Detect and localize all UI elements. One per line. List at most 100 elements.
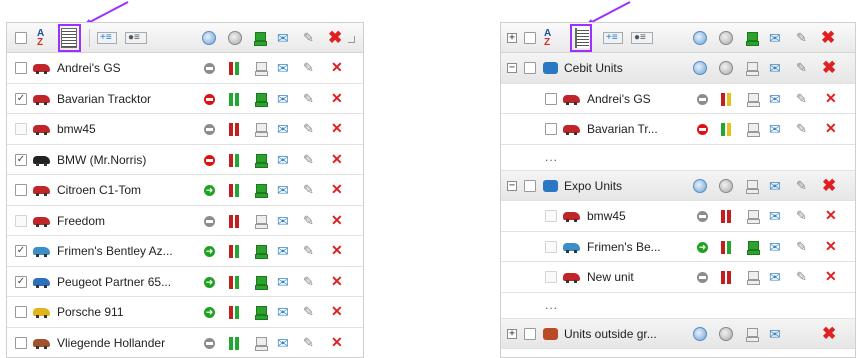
monitor-icon[interactable] [255,123,268,137]
satellite-icon[interactable]: ✉ [277,244,289,258]
unit-name[interactable]: Freedom [57,214,105,228]
unit-name[interactable]: Frimen's Bentley Az... [57,244,173,258]
unit-name[interactable]: bmw45 [587,209,626,223]
monitor-icon[interactable] [254,32,267,46]
satellite-icon[interactable]: ✉ [769,209,781,223]
unit-checkbox[interactable] [545,123,557,135]
unit-row[interactable]: New unit ✉ ✎ ✕ [501,262,855,293]
group-name[interactable]: Cebit Units [564,61,623,75]
wrench-icon[interactable]: ✎ [796,31,807,45]
unit-name[interactable]: Bavarian Tr... [587,122,658,136]
delete-icon[interactable]: ✕ [331,90,343,106]
unit-name[interactable]: Vliegende Hollander [57,336,165,350]
monitor-icon[interactable] [746,32,759,46]
expand-icon[interactable]: + [507,328,517,339]
group-row[interactable]: − Cebit Units ✉ ✎ ✖ [501,53,855,84]
satellite-icon[interactable]: ✉ [277,183,289,197]
unit-name[interactable]: Bavarian Tracktor [57,92,151,106]
delete-icon[interactable]: ✕ [825,269,837,284]
resize-icon[interactable] [348,36,355,43]
add-group-icon[interactable]: +≡ [603,32,623,44]
collapse-icon[interactable]: − [507,180,517,191]
wrench-icon[interactable]: ✎ [303,244,314,258]
monitor-icon[interactable] [255,306,268,320]
monitor-icon[interactable] [746,62,759,76]
monitor-icon[interactable] [255,153,268,168]
unit-checkbox[interactable] [545,210,557,222]
unit-name[interactable]: Peugeot Partner 65... [57,275,171,289]
unit-name[interactable]: Andrei's GS [587,92,651,106]
unit-name[interactable]: BMW (Mr.Norris) [57,153,146,167]
command-icon[interactable] [693,178,707,193]
satellite-icon[interactable]: ✉ [277,122,289,136]
unit-checkbox[interactable] [545,92,557,105]
delete-icon[interactable]: ✕ [331,243,343,258]
satellite-icon[interactable]: ✉ [277,61,289,75]
satellite-icon[interactable]: ✉ [769,61,781,75]
satellite-icon[interactable]: ✉ [277,275,289,289]
sort-az-icon[interactable]: AZ [37,29,44,48]
satellite-icon[interactable]: ✉ [277,153,289,167]
monitor-icon[interactable] [255,92,268,107]
delete-icon[interactable]: ✕ [825,121,837,136]
group-name[interactable]: Units outside gr... [564,327,657,341]
delete-icon[interactable]: ✕ [825,238,837,254]
unit-row[interactable]: ✓ BMW (Mr.Norris) ✉ ✎ ✕ [7,144,363,175]
wrench-icon[interactable]: ✎ [796,239,807,254]
unit-checkbox[interactable]: ✓ [15,92,27,105]
monitor-icon[interactable] [747,210,760,224]
unit-name[interactable]: New unit [587,270,634,284]
group-row[interactable]: + Units outside gr... ✉ ✖ [501,318,855,349]
unit-row[interactable]: Frimen's Be... ➜ ✉ ✎ ✕ [501,231,855,262]
gps-icon[interactable] [228,31,242,45]
visibility-icon[interactable]: ●≡ [631,32,653,44]
monitor-icon[interactable] [255,214,268,229]
group-checkbox[interactable] [524,179,536,192]
monitor-icon[interactable] [747,92,760,107]
unit-row[interactable]: ✓ Bavarian Tracktor ✉ ✎ ✕ [7,83,363,114]
unit-checkbox[interactable]: ✓ [15,153,27,166]
delete-icon[interactable]: ✕ [331,212,343,228]
satellite-icon[interactable]: ✉ [277,214,289,228]
satellite-icon[interactable]: ✉ [769,122,781,136]
delete-icon[interactable]: ✕ [331,121,343,136]
unit-name[interactable]: Citroen C1-Tom [57,183,141,197]
unit-row[interactable]: ✓ Frimen's Bentley Az... ➜ ✉ ✎ ✕ [7,236,363,267]
monitor-icon[interactable] [255,245,268,259]
unit-row[interactable]: Citroen C1-Tom ➜ ✉ ✎ ✕ [7,175,363,206]
monitor-icon[interactable] [255,184,268,198]
unit-row[interactable]: Bavarian Tr... ✉ ✎ ✕ [501,114,855,145]
satellite-icon[interactable]: ✉ [769,327,781,341]
gps-icon[interactable] [719,326,733,341]
satellite-icon[interactable]: ✉ [769,240,781,254]
unit-row[interactable]: bmw45 ✉ ✎ ✕ [7,114,363,145]
monitor-icon[interactable] [255,336,268,351]
group-name[interactable]: Expo Units [564,179,622,193]
unit-row[interactable]: Vliegende Hollander ✉ ✎ ✕ [7,327,363,357]
collapse-icon[interactable]: − [507,63,517,73]
satellite-icon[interactable]: ✉ [277,31,289,45]
monitor-icon[interactable] [746,179,759,194]
satellite-icon[interactable]: ✉ [277,336,289,350]
delete-all-icon[interactable]: ✖ [821,29,835,46]
select-all-checkbox[interactable] [524,32,536,44]
monitor-icon[interactable] [747,271,760,285]
wrench-icon[interactable]: ✎ [303,335,314,350]
delete-icon[interactable]: ✕ [825,208,837,223]
unit-row[interactable]: Freedom ✉ ✎ ✕ [7,205,363,236]
delete-icon[interactable]: ✕ [331,273,343,289]
unit-checkbox[interactable]: ✓ [15,245,27,257]
wrench-icon[interactable]: ✎ [303,91,314,106]
satellite-icon[interactable]: ✉ [277,305,289,319]
delete-group-icon[interactable]: ✖ [822,59,836,76]
unit-row[interactable]: bmw45 ✉ ✎ ✕ [501,201,855,232]
delete-icon[interactable]: ✕ [825,90,837,106]
delete-all-icon[interactable]: ✖ [328,29,342,46]
delete-icon[interactable]: ✕ [331,304,343,319]
unit-checkbox[interactable] [15,184,27,196]
delete-icon[interactable]: ✕ [331,60,343,75]
gps-icon[interactable] [719,31,733,45]
wrench-icon[interactable]: ✎ [796,91,807,106]
gps-icon[interactable] [719,178,733,193]
satellite-icon[interactable]: ✉ [769,92,781,106]
